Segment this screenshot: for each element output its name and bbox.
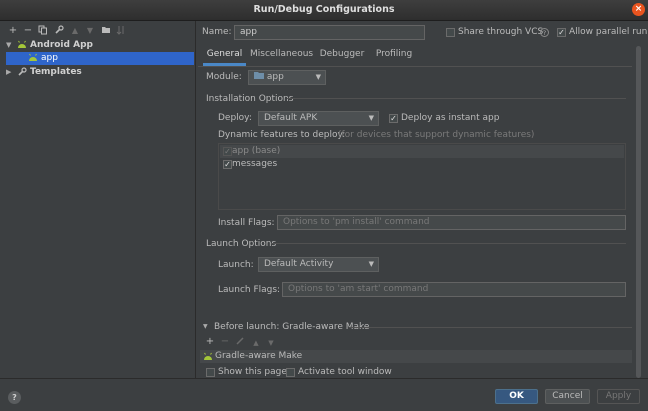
dynamic-features-label: Dynamic features to deploy: bbox=[218, 130, 346, 140]
help-icon[interactable]: ? bbox=[540, 28, 549, 37]
launch-value: Default Activity bbox=[264, 259, 334, 269]
share-vcs-checkbox[interactable] bbox=[446, 28, 455, 37]
remove-icon[interactable]: − bbox=[219, 336, 231, 348]
edit-icon[interactable] bbox=[234, 336, 246, 348]
deploy-instant-label: Deploy as instant app bbox=[401, 113, 500, 123]
module-label: Module: bbox=[206, 72, 242, 82]
android-icon bbox=[203, 352, 213, 364]
footer-divider bbox=[0, 378, 648, 379]
allow-parallel-label: Allow parallel run bbox=[569, 27, 648, 37]
before-launch-heading: Before launch: Gradle-aware Make bbox=[214, 322, 370, 332]
allow-parallel-checkbox[interactable]: ✓ bbox=[557, 28, 566, 37]
activate-tool-label: Activate tool window bbox=[298, 367, 392, 377]
dynamic-features-hint: (for devices that support dynamic featur… bbox=[338, 130, 535, 140]
chevron-down-icon[interactable]: ▼ bbox=[6, 39, 11, 52]
ok-button[interactable]: OK bbox=[495, 389, 538, 404]
tree-item-templates[interactable]: ▶ Templates bbox=[0, 66, 195, 79]
launch-flags-placeholder: Options to 'am start' command bbox=[288, 284, 429, 294]
close-button[interactable]: × bbox=[632, 3, 645, 16]
launch-options-heading: Launch Options bbox=[206, 239, 277, 249]
arrow-down-icon[interactable]: ▼ bbox=[84, 25, 96, 37]
activate-tool-checkbox[interactable] bbox=[286, 368, 295, 377]
add-icon[interactable]: + bbox=[204, 336, 216, 348]
launch-flags-label: Launch Flags: bbox=[218, 285, 281, 295]
feature-checkbox: ✓ bbox=[223, 147, 232, 156]
tab-miscellaneous[interactable]: Miscellaneous bbox=[250, 45, 313, 63]
deploy-value: Default APK bbox=[264, 113, 318, 123]
tree-item-android-app[interactable]: ▼ Android App bbox=[0, 39, 195, 52]
section-divider bbox=[271, 243, 626, 244]
sort-icon[interactable] bbox=[115, 25, 127, 37]
launch-flags-input[interactable]: Options to 'am start' command bbox=[282, 282, 626, 297]
install-flags-placeholder: Options to 'pm install' command bbox=[283, 217, 430, 227]
tab-debugger[interactable]: Debugger bbox=[318, 45, 366, 63]
show-page-label: Show this page bbox=[218, 367, 287, 377]
module-value: app bbox=[266, 72, 284, 82]
module-select[interactable]: app ▼ bbox=[248, 70, 326, 85]
chevron-down-icon[interactable]: ▼ bbox=[203, 323, 208, 330]
section-divider bbox=[287, 98, 626, 99]
tree-item-label: Android App bbox=[30, 40, 93, 50]
help-button[interactable]: ? bbox=[8, 391, 21, 404]
wrench-icon bbox=[17, 67, 27, 82]
tabs-divider bbox=[198, 66, 632, 67]
chevron-right-icon[interactable]: ▶ bbox=[6, 66, 11, 79]
list-item[interactable]: ✓ messages bbox=[220, 158, 624, 171]
show-page-checkbox[interactable] bbox=[206, 368, 215, 377]
deploy-instant-checkbox[interactable]: ✓ bbox=[389, 114, 398, 123]
window-title: Run/Debug Configurations bbox=[253, 4, 395, 15]
arrow-down-icon[interactable]: ▼ bbox=[265, 337, 277, 349]
remove-icon[interactable]: − bbox=[22, 25, 34, 37]
installation-options-heading: Installation Options bbox=[206, 94, 294, 104]
before-launch-item-label: Gradle-aware Make bbox=[215, 351, 303, 361]
dynamic-features-list: ✓ app (base) ✓ messages bbox=[218, 143, 626, 210]
tree-item-label: Templates bbox=[30, 67, 82, 77]
launch-label: Launch: bbox=[218, 260, 254, 270]
android-icon bbox=[28, 53, 38, 67]
install-flags-label: Install Flags: bbox=[218, 218, 275, 228]
arrow-up-icon[interactable]: ▲ bbox=[69, 25, 81, 37]
list-item[interactable]: ✓ app (base) bbox=[220, 145, 624, 158]
tree-item-label: app bbox=[41, 53, 58, 63]
name-input[interactable]: app bbox=[234, 25, 425, 40]
section-divider bbox=[349, 327, 632, 328]
name-label: Name: bbox=[202, 27, 232, 37]
scrollbar[interactable] bbox=[636, 46, 641, 378]
before-launch-item[interactable]: Gradle-aware Make bbox=[200, 350, 632, 363]
chevron-down-icon: ▼ bbox=[368, 260, 374, 268]
tab-general[interactable]: General bbox=[203, 45, 246, 66]
tab-profiling[interactable]: Profiling bbox=[372, 45, 416, 63]
install-flags-input[interactable]: Options to 'pm install' command bbox=[277, 215, 626, 230]
folder-icon[interactable] bbox=[100, 25, 112, 37]
feature-label: messages bbox=[232, 159, 278, 169]
arrow-up-icon[interactable]: ▲ bbox=[250, 337, 262, 349]
module-folder-icon bbox=[254, 71, 264, 85]
launch-select[interactable]: Default Activity ▼ bbox=[258, 257, 379, 272]
wrench-icon[interactable] bbox=[53, 25, 65, 37]
chevron-down-icon: ▼ bbox=[368, 114, 374, 122]
deploy-select[interactable]: Default APK ▼ bbox=[258, 111, 379, 126]
feature-label: app (base) bbox=[232, 146, 281, 156]
apply-button[interactable]: Apply bbox=[597, 389, 640, 404]
share-vcs-label: Share through VCS bbox=[458, 27, 544, 37]
tree-item-app[interactable]: app bbox=[6, 52, 194, 65]
feature-checkbox[interactable]: ✓ bbox=[223, 160, 232, 169]
deploy-label: Deploy: bbox=[218, 113, 252, 123]
copy-icon[interactable] bbox=[37, 25, 49, 37]
cancel-button[interactable]: Cancel bbox=[545, 389, 590, 404]
add-icon[interactable]: + bbox=[7, 25, 19, 37]
chevron-down-icon: ▼ bbox=[315, 73, 321, 81]
